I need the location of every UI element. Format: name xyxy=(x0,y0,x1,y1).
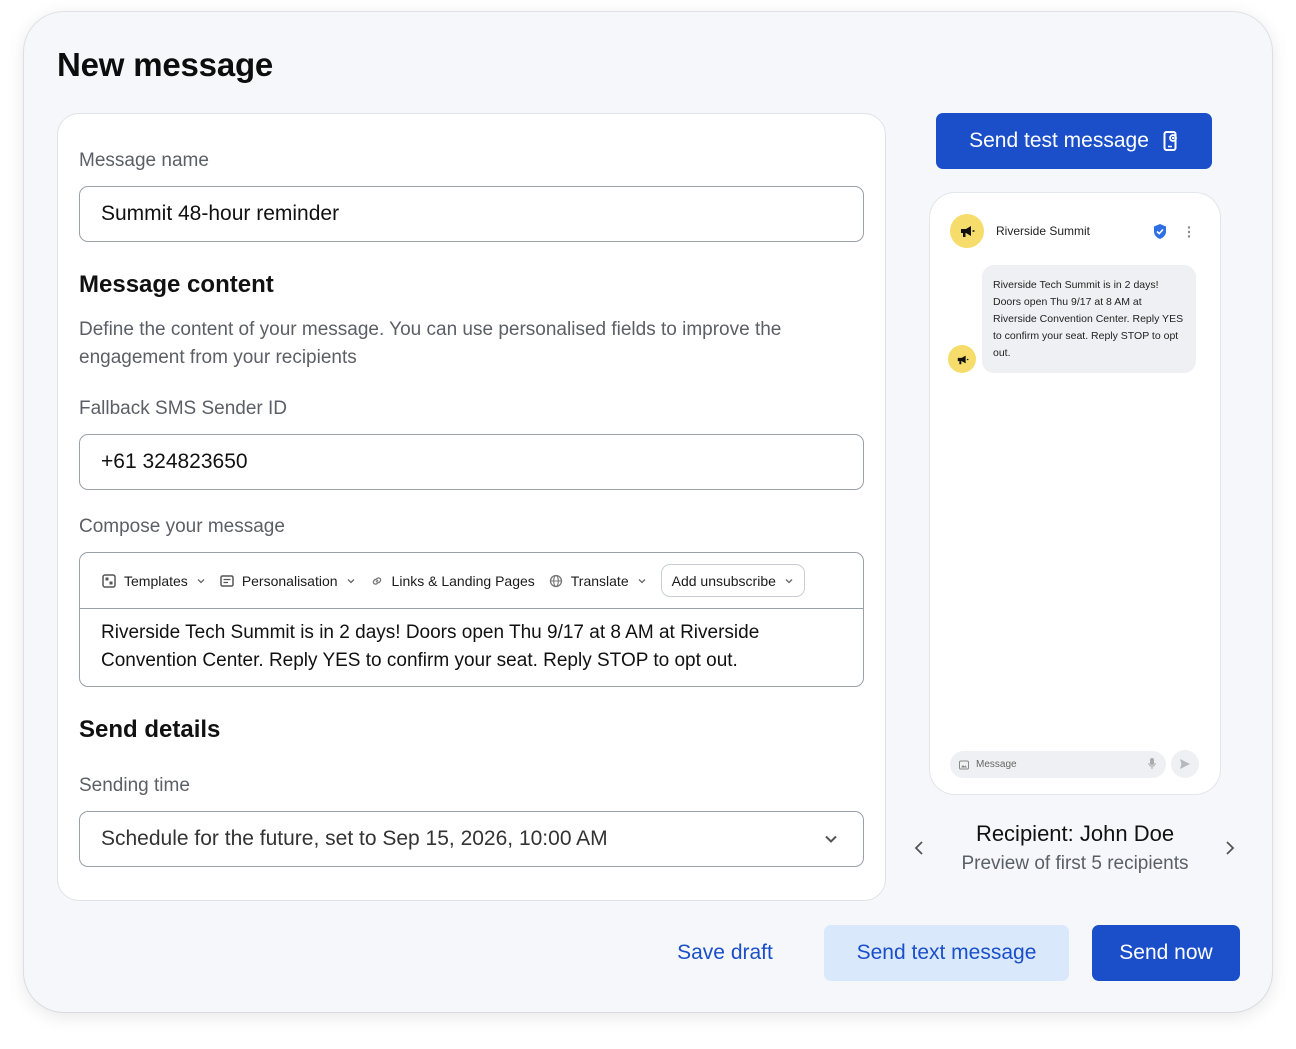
phone-message-input[interactable]: Message xyxy=(950,751,1166,778)
sender-id-input[interactable]: +61 324823650 xyxy=(79,434,864,490)
send-details-heading: Send details xyxy=(79,716,221,743)
links-label: Links & Landing Pages xyxy=(391,572,535,589)
send-now-button[interactable]: Send now xyxy=(1092,925,1240,981)
templates-icon xyxy=(102,573,116,588)
personalisation-icon xyxy=(220,574,234,587)
compose-label: Compose your message xyxy=(79,516,285,537)
message-bubble: Riverside Tech Summit is in 2 days! Door… xyxy=(982,265,1196,373)
message-content-heading: Message content xyxy=(79,271,274,298)
sender-avatar xyxy=(950,214,984,248)
megaphone-icon xyxy=(961,226,975,237)
recipient-name: Recipient: John Doe xyxy=(975,821,1175,846)
sender-id-label: Fallback SMS Sender ID xyxy=(79,398,288,419)
bubble-avatar xyxy=(948,345,976,373)
personalisation-label: Personalisation xyxy=(241,572,338,589)
composer-toolbar: Templates Personalisation Links & Landin… xyxy=(80,553,863,609)
message-composer: Templates Personalisation Links & Landin… xyxy=(79,552,864,687)
phone-message-placeholder: Message xyxy=(976,759,1017,770)
sender-name: Riverside Summit xyxy=(996,224,1091,238)
recipient-preview-note: Preview of first 5 recipients xyxy=(961,853,1189,874)
send-test-message-button[interactable]: Send test message xyxy=(936,113,1212,169)
chevron-right-icon[interactable] xyxy=(1224,838,1236,858)
links-menu[interactable]: Links & Landing Pages xyxy=(370,573,535,589)
link-icon xyxy=(372,576,381,585)
chevron-down-icon xyxy=(347,578,355,583)
message-name-input[interactable]: Summit 48-hour reminder xyxy=(79,186,864,242)
message-body-textarea[interactable]: Riverside Tech Summit is in 2 days! Door… xyxy=(80,609,863,675)
add-unsubscribe-button[interactable]: Add unsubscribe xyxy=(660,564,805,597)
send-test-message-label: Send test message xyxy=(969,129,1149,152)
message-name-value: Summit 48-hour reminder xyxy=(101,202,340,225)
megaphone-icon xyxy=(957,355,968,364)
chevron-down-icon xyxy=(197,578,205,583)
sending-time-select[interactable]: Schedule for the future, set to Sep 15, … xyxy=(79,811,864,867)
sending-time-value: Schedule for the future, set to Sep 15, … xyxy=(101,827,608,850)
translate-label: Translate xyxy=(570,572,629,589)
verified-icon xyxy=(1154,224,1166,239)
globe-icon xyxy=(549,574,562,587)
message-content-description: Define the content of your message. You … xyxy=(79,319,782,368)
phone-preview: Riverside Summit Riverside Tech Summit i… xyxy=(929,192,1221,795)
image-icon xyxy=(959,760,969,769)
add-unsubscribe-label: Add unsubscribe xyxy=(671,572,776,589)
chevron-left-icon[interactable] xyxy=(913,838,925,858)
templates-menu[interactable]: Templates xyxy=(102,573,206,589)
send-icon xyxy=(1180,759,1190,769)
chevron-down-icon xyxy=(785,578,793,583)
sending-time-label: Sending time xyxy=(79,775,190,796)
translate-menu[interactable]: Translate xyxy=(549,573,647,589)
templates-label: Templates xyxy=(124,572,188,589)
chevron-down-icon xyxy=(638,578,646,583)
sender-id-value: +61 324823650 xyxy=(101,450,248,473)
phone-test-icon xyxy=(1163,131,1177,151)
page-title: New message xyxy=(57,46,274,83)
more-vertical-icon[interactable] xyxy=(1186,225,1192,239)
mic-icon[interactable] xyxy=(1148,757,1156,771)
chevron-down-icon xyxy=(825,835,837,843)
message-name-label: Message name xyxy=(79,150,209,171)
phone-send-button[interactable] xyxy=(1171,750,1199,778)
send-text-message-button[interactable]: Send text message xyxy=(824,925,1069,981)
personalisation-menu[interactable]: Personalisation xyxy=(220,573,356,589)
save-draft-button[interactable]: Save draft xyxy=(655,925,795,981)
